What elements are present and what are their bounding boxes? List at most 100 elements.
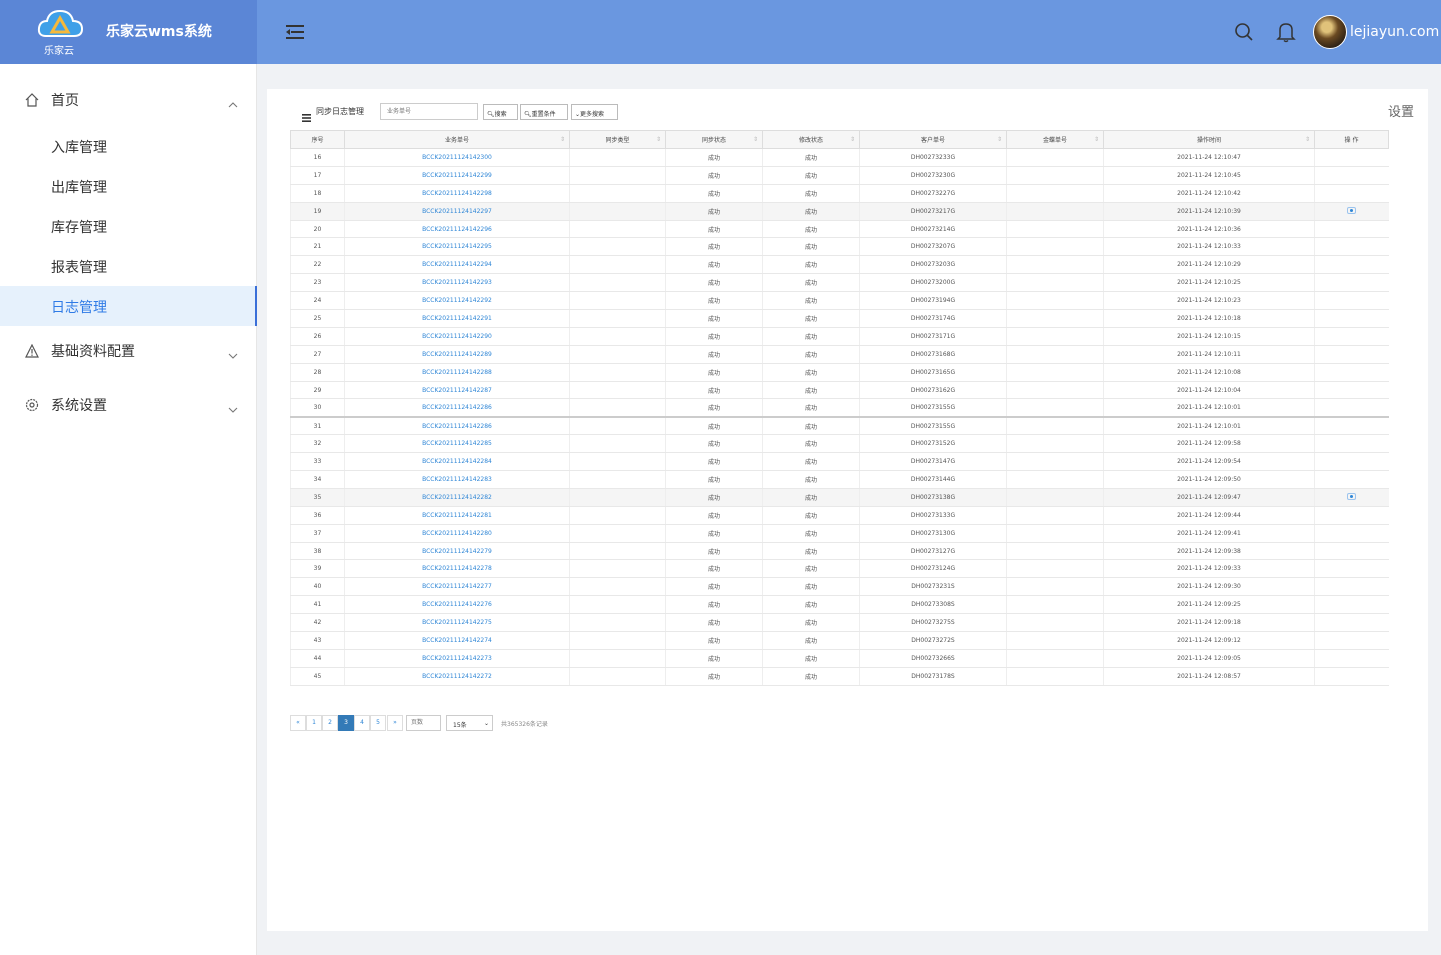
- sidebar-item-system-settings[interactable]: 系统设置: [0, 385, 257, 425]
- sidebar-item-reports[interactable]: 报表管理: [0, 246, 257, 286]
- table-row[interactable]: 39 BCCK20211124142278 成功 成功 DH00273124G 2021-…: [290, 559, 1389, 579]
- order-no-link[interactable]: BCCK20211124142296: [344, 220, 570, 239]
- order-no-link[interactable]: BCCK20211124142277: [344, 577, 570, 597]
- column-header[interactable]: 同步状态 ⇕: [665, 130, 763, 149]
- order-no-link[interactable]: BCCK20211124142286: [344, 398, 570, 418]
- sidebar-item-inventory[interactable]: 库存管理: [0, 206, 257, 246]
- order-no-link[interactable]: BCCK20211124142299: [344, 166, 570, 185]
- order-no-search-input[interactable]: [380, 103, 478, 120]
- table-row[interactable]: 42 BCCK20211124142275 成功 成功 DH00273275S 2021-…: [290, 613, 1389, 633]
- more-search-button[interactable]: ⌄更多搜索: [571, 104, 618, 120]
- table-row[interactable]: 25 BCCK20211124142291 成功 成功 DH00273174G 2021-…: [290, 309, 1389, 328]
- order-no-link[interactable]: BCCK20211124142290: [344, 327, 570, 346]
- order-no-link[interactable]: BCCK20211124142289: [344, 345, 570, 364]
- avatar[interactable]: [1313, 15, 1347, 49]
- order-no-link[interactable]: BCCK20211124142273: [344, 649, 570, 668]
- table-row[interactable]: 23 BCCK20211124142293 成功 成功 DH00273200G 2021-…: [290, 273, 1389, 293]
- order-no-link[interactable]: BCCK20211124142297: [344, 202, 570, 221]
- sidebar-item-inbound[interactable]: 入库管理: [0, 126, 257, 166]
- order-no-link[interactable]: BCCK20211124142279: [344, 542, 570, 561]
- column-header[interactable]: 操作时间 ⇕: [1103, 130, 1315, 149]
- order-no-link[interactable]: BCCK20211124142283: [344, 470, 570, 489]
- table-row[interactable]: 22 BCCK20211124142294 成功 成功 DH00273203G 2021-…: [290, 255, 1389, 275]
- order-no-link[interactable]: BCCK20211124142300: [344, 148, 570, 167]
- table-row[interactable]: 36 BCCK20211124142281 成功 成功 DH00273133G 2021-…: [290, 506, 1389, 525]
- column-header[interactable]: 业务单号 ⇕: [344, 130, 570, 149]
- page-number-button[interactable]: 2: [322, 715, 338, 731]
- sort-icon[interactable]: ⇕: [997, 136, 1002, 143]
- column-header[interactable]: 同步类型 ⇕: [569, 130, 666, 149]
- search-icon[interactable]: [1234, 22, 1254, 46]
- order-no-link[interactable]: BCCK20211124142284: [344, 452, 570, 472]
- menu-toggle-icon[interactable]: [284, 22, 306, 42]
- table-row[interactable]: 43 BCCK20211124142274 成功 成功 DH00273272S 2021-…: [290, 631, 1389, 650]
- table-row[interactable]: 28 BCCK20211124142288 成功 成功 DH00273165G 2021-…: [290, 363, 1389, 382]
- table-row[interactable]: 35 BCCK20211124142282 成功 成功 DH00273138G 2021-…: [290, 488, 1389, 507]
- table-row[interactable]: 27 BCCK20211124142289 成功 成功 DH00273168G 2021-…: [290, 345, 1389, 364]
- table-row[interactable]: 40 BCCK20211124142277 成功 成功 DH00273231S 2021-…: [290, 577, 1389, 597]
- reset-button[interactable]: 🔍︎重置条件: [520, 104, 568, 120]
- order-no-link[interactable]: BCCK20211124142294: [344, 255, 570, 275]
- search-button[interactable]: 🔍︎搜索: [483, 104, 518, 120]
- table-row[interactable]: 44 BCCK20211124142273 成功 成功 DH00273266S 2021-…: [290, 649, 1389, 668]
- view-eye-icon[interactable]: [1347, 206, 1357, 214]
- table-row[interactable]: 34 BCCK20211124142283 成功 成功 DH00273144G 2021-…: [290, 470, 1389, 489]
- order-no-link[interactable]: BCCK20211124142291: [344, 309, 570, 328]
- column-header[interactable]: 客户单号 ⇕: [859, 130, 1007, 149]
- table-row[interactable]: 17 BCCK20211124142299 成功 成功 DH00273230G 2021-…: [290, 166, 1389, 185]
- sort-icon[interactable]: ⇕: [560, 136, 565, 143]
- order-no-link[interactable]: BCCK20211124142275: [344, 613, 570, 633]
- page-number-button[interactable]: 3: [338, 715, 354, 731]
- table-row[interactable]: 41 BCCK20211124142276 成功 成功 DH00273308S 2021-…: [290, 595, 1389, 615]
- sort-icon[interactable]: ⇕: [1305, 136, 1310, 143]
- order-no-link[interactable]: BCCK20211124142288: [344, 363, 570, 382]
- view-eye-icon[interactable]: [1347, 492, 1357, 500]
- page-number-button[interactable]: 1: [306, 715, 322, 731]
- table-row[interactable]: 29 BCCK20211124142287 成功 成功 DH00273162G 2021-…: [290, 381, 1389, 400]
- table-row[interactable]: 38 BCCK20211124142279 成功 成功 DH00273127G 2021-…: [290, 542, 1389, 561]
- table-row[interactable]: 45 BCCK20211124142272 成功 成功 DH00273178S 2021-…: [290, 667, 1389, 686]
- table-row[interactable]: 24 BCCK20211124142292 成功 成功 DH00273194G 2021-…: [290, 291, 1389, 311]
- table-row[interactable]: 31 BCCK20211124142286 成功 成功 DH00273155G 2021-…: [290, 416, 1389, 436]
- order-no-link[interactable]: BCCK20211124142286: [344, 416, 570, 436]
- table-row[interactable]: 18 BCCK20211124142298 成功 成功 DH00273227G 2021-…: [290, 184, 1389, 203]
- sort-icon[interactable]: ⇕: [656, 136, 661, 143]
- page-size-select[interactable]: 15条 ⌄: [446, 715, 493, 731]
- prev-page-button[interactable]: «: [290, 715, 306, 731]
- table-row[interactable]: 16 BCCK20211124142300 成功 成功 DH00273233G 2021-…: [290, 148, 1389, 167]
- order-no-link[interactable]: BCCK20211124142272: [344, 667, 570, 686]
- table-row[interactable]: 37 BCCK20211124142280 成功 成功 DH00273130G 2021-…: [290, 524, 1389, 543]
- table-row[interactable]: 32 BCCK20211124142285 成功 成功 DH00273152G 2021-…: [290, 434, 1389, 454]
- sort-icon[interactable]: ⇕: [753, 136, 758, 143]
- order-no-link[interactable]: BCCK20211124142285: [344, 434, 570, 454]
- order-no-link[interactable]: BCCK20211124142274: [344, 631, 570, 650]
- table-row[interactable]: 26 BCCK20211124142290 成功 成功 DH00273171G 2021-…: [290, 327, 1389, 346]
- order-no-link[interactable]: BCCK20211124142292: [344, 291, 570, 311]
- settings-label[interactable]: 设置: [1388, 101, 1414, 120]
- sidebar-item-home[interactable]: 首页: [0, 80, 257, 120]
- bell-icon[interactable]: [1276, 21, 1296, 47]
- table-row[interactable]: 19 BCCK20211124142297 成功 成功 DH00273217G 2021-…: [290, 202, 1389, 221]
- sort-icon[interactable]: ⇕: [850, 136, 855, 143]
- order-no-link[interactable]: BCCK20211124142280: [344, 524, 570, 543]
- order-no-link[interactable]: BCCK20211124142287: [344, 381, 570, 400]
- table-row[interactable]: 20 BCCK20211124142296 成功 成功 DH00273214G 2021-…: [290, 220, 1389, 239]
- next-page-button[interactable]: »: [387, 715, 403, 731]
- order-no-link[interactable]: BCCK20211124142295: [344, 237, 570, 257]
- column-header[interactable]: 修改状态 ⇕: [762, 130, 860, 149]
- page-jump-input[interactable]: [406, 715, 441, 731]
- username[interactable]: lejiayun.com: [1350, 24, 1439, 40]
- order-no-link[interactable]: BCCK20211124142298: [344, 184, 570, 203]
- order-no-link[interactable]: BCCK20211124142281: [344, 506, 570, 525]
- column-header[interactable]: 金蝶单号 ⇕: [1006, 130, 1104, 149]
- page-number-button[interactable]: 4: [354, 715, 370, 731]
- table-row[interactable]: 33 BCCK20211124142284 成功 成功 DH00273147G 2021-…: [290, 452, 1389, 472]
- sidebar-item-logs[interactable]: 日志管理: [0, 286, 257, 326]
- sidebar-item-basic-config[interactable]: 基础资料配置: [0, 331, 257, 371]
- order-no-link[interactable]: BCCK20211124142276: [344, 595, 570, 615]
- table-row[interactable]: 30 BCCK20211124142286 成功 成功 DH00273155G 2021-…: [290, 398, 1389, 418]
- sidebar-item-outbound[interactable]: 出库管理: [0, 166, 257, 206]
- table-row[interactable]: 21 BCCK20211124142295 成功 成功 DH00273207G 2021-…: [290, 237, 1389, 257]
- order-no-link[interactable]: BCCK20211124142293: [344, 273, 570, 293]
- page-number-button[interactable]: 5: [370, 715, 386, 731]
